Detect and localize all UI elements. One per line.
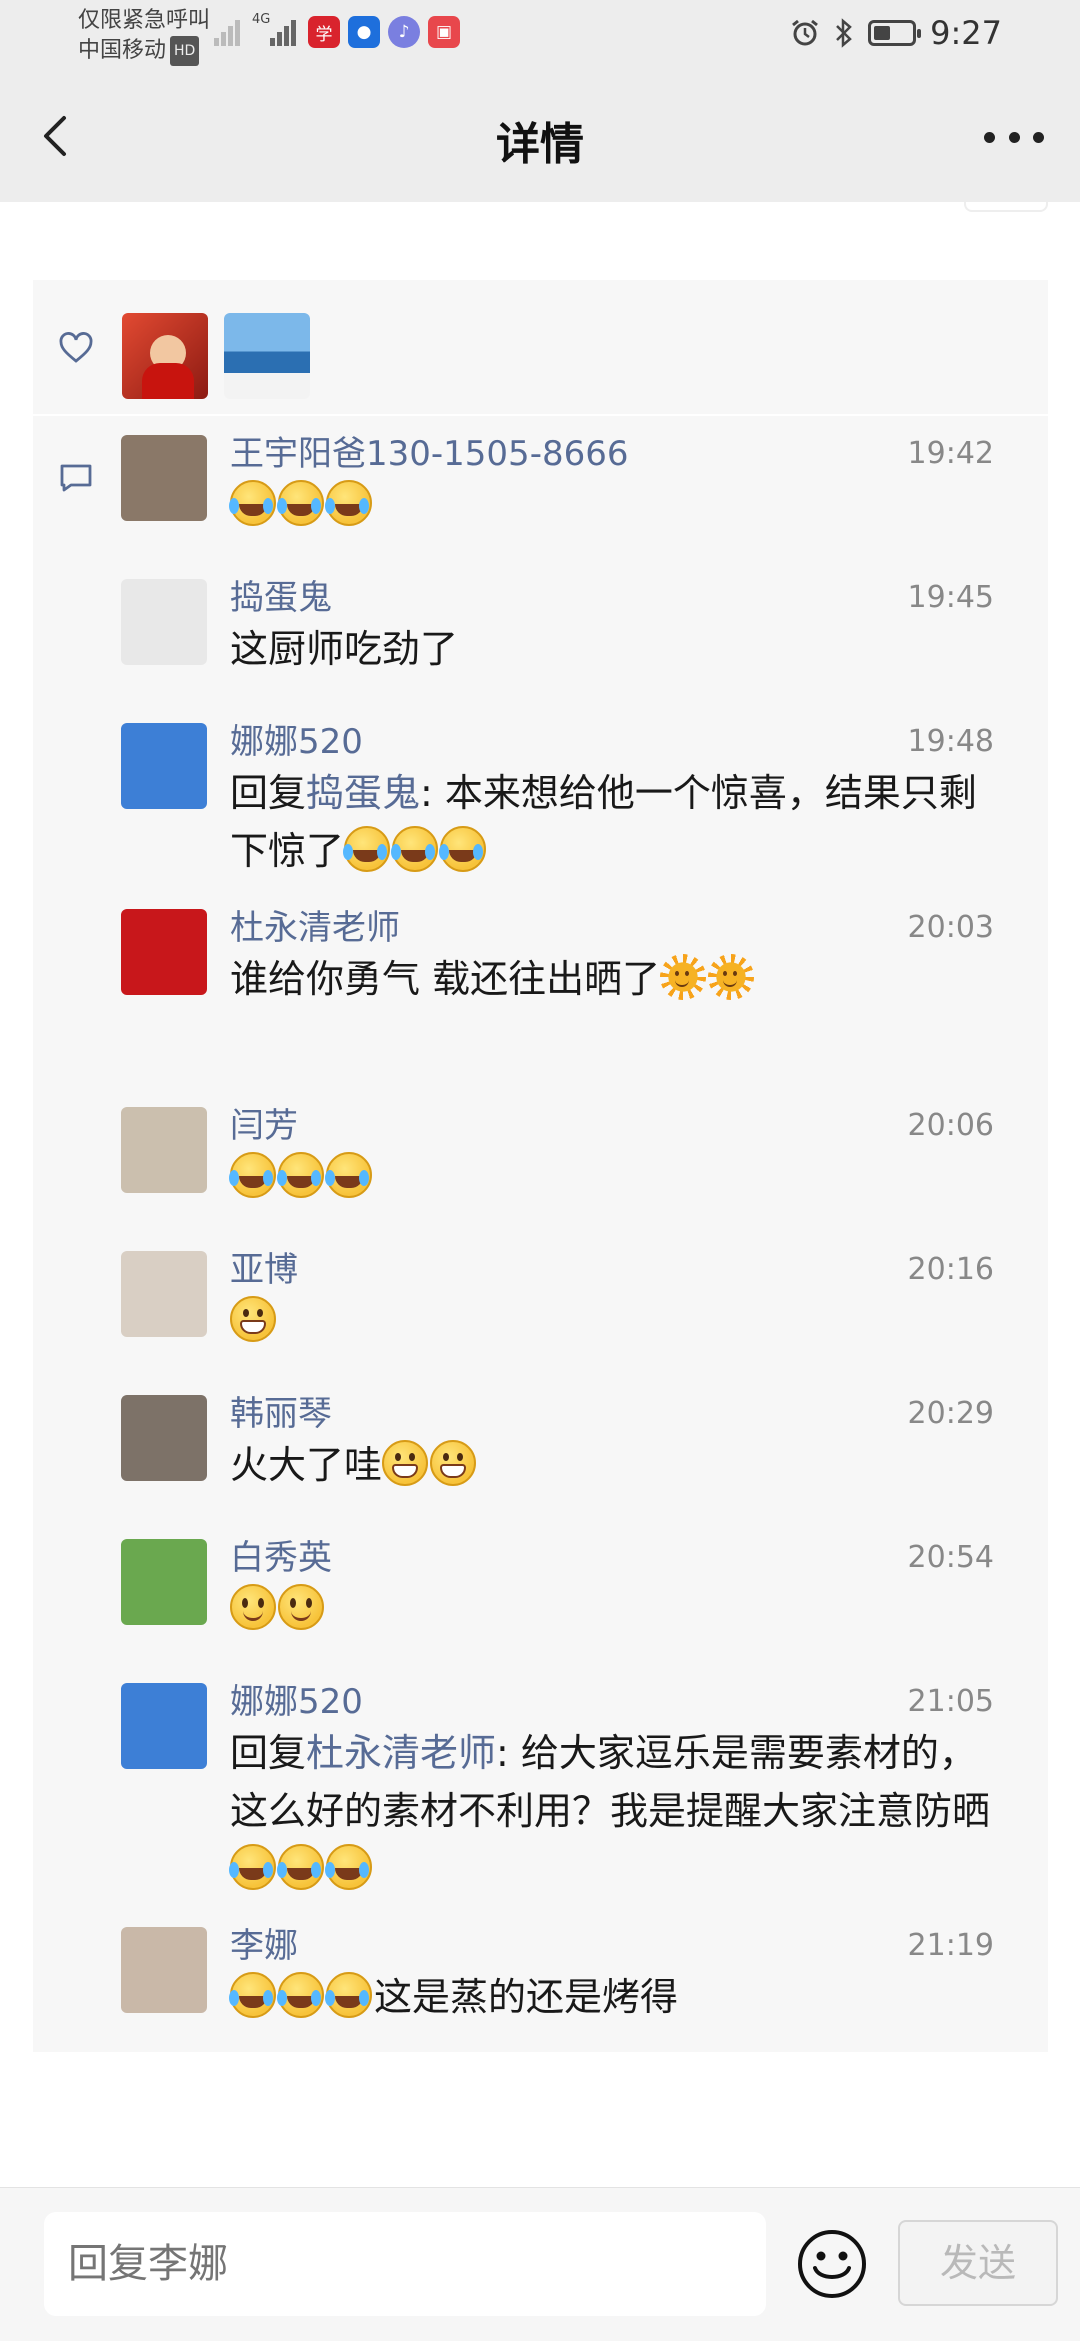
alarm-icon bbox=[792, 19, 819, 46]
comments-list: 王宇阳爸130-1505-8666 19:42 捣蛋鬼 19:45 这厨师吃劲了 娜娜52… bbox=[33, 416, 1048, 2052]
comment-body: 这是蒸的还是烤得 bbox=[374, 1975, 679, 2019]
laugh-emoji-icon bbox=[325, 1844, 372, 1890]
carrier-name: 中国移动 bbox=[78, 38, 167, 63]
comment-text: 这是蒸的还是烤得 bbox=[33, 1908, 1048, 2036]
hd-badge: HD bbox=[170, 36, 200, 66]
network-type: 4G bbox=[252, 12, 271, 27]
comment-item[interactable]: 闫芳 20:06 bbox=[33, 1088, 1048, 1232]
laugh-emoji-icon bbox=[325, 480, 372, 526]
emoji-group bbox=[230, 1584, 326, 1631]
emoji-picker-icon[interactable] bbox=[796, 2228, 868, 2300]
comment-body: 这厨师吃劲了 bbox=[230, 627, 459, 671]
emoji-group bbox=[382, 1440, 478, 1487]
comment-body: 火大了哇 bbox=[230, 1443, 383, 1487]
comment-text bbox=[33, 1088, 1048, 1216]
page-title: 详情 bbox=[496, 119, 584, 170]
book-app-icon: ▣ bbox=[428, 16, 460, 48]
nav-header: 详情 bbox=[0, 68, 1080, 202]
emoji-group bbox=[229, 1972, 374, 2019]
reply-prefix: 回复 bbox=[230, 1731, 307, 1775]
comment-text: 这厨师吃劲了 bbox=[33, 560, 1048, 688]
grin-emoji-icon bbox=[382, 1440, 429, 1486]
signal-x-icon bbox=[214, 18, 244, 46]
comment-item[interactable]: 娜娜520 19:48 回复捣蛋鬼: 本来想给他一个惊喜，结果只剩下惊了 bbox=[33, 704, 1048, 890]
interaction-panel: 王宇阳爸130-1505-8666 19:42 捣蛋鬼 19:45 这厨师吃劲了 娜娜52… bbox=[33, 280, 1048, 2052]
carrier-info: 仅限紧急呼叫 中国移动 HD bbox=[78, 6, 210, 66]
laugh-emoji-icon bbox=[439, 826, 487, 872]
liker-avatar[interactable] bbox=[122, 313, 208, 399]
comment-item[interactable]: 亚博 20:16 bbox=[33, 1232, 1048, 1376]
music-app-icon: ♪ bbox=[388, 16, 420, 48]
laugh-emoji-icon bbox=[229, 1972, 276, 2018]
grin-emoji-icon bbox=[430, 1440, 477, 1486]
laugh-emoji-icon bbox=[229, 1844, 276, 1890]
reply-to-name[interactable]: 捣蛋鬼 bbox=[306, 771, 420, 815]
comment-text bbox=[33, 1232, 1048, 1360]
liker-avatar[interactable] bbox=[224, 313, 310, 399]
laugh-emoji-icon bbox=[277, 1844, 324, 1890]
comment-body: 谁给你勇气 载还往出晒了 bbox=[230, 957, 661, 1001]
smile-emoji-icon bbox=[278, 1584, 324, 1630]
moment-detail: 王宇阳爸130-1505-8666 19:42 捣蛋鬼 19:45 这厨师吃劲了 娜娜52… bbox=[0, 202, 1080, 2187]
grin-emoji-icon bbox=[230, 1296, 276, 1342]
reply-composer: 发送 bbox=[0, 2187, 1080, 2341]
comment-item[interactable]: 白秀英 20:54 bbox=[33, 1520, 1048, 1664]
comment-text bbox=[33, 1520, 1048, 1648]
comment-item[interactable]: 娜娜520 21:05 回复杜永清老师: 给大家逗乐是需要素材的，这么好的素材不利用… bbox=[33, 1664, 1048, 1908]
sun-emoji-icon bbox=[708, 954, 755, 1000]
previous-content-fragment-right bbox=[964, 202, 1048, 212]
comment-item[interactable]: 捣蛋鬼 19:45 这厨师吃劲了 bbox=[33, 560, 1048, 704]
comment-item[interactable]: 李娜 21:19 这是蒸的还是烤得 bbox=[33, 1908, 1048, 2052]
laugh-emoji-icon bbox=[229, 480, 276, 526]
emoji-group bbox=[229, 480, 374, 527]
comment-text: 谁给你勇气 载还往出晒了 bbox=[33, 890, 1048, 1018]
status-icons: 4G 学 ● ♪ ▣ bbox=[214, 12, 460, 48]
reply-input[interactable] bbox=[44, 2212, 766, 2316]
battery-icon bbox=[868, 20, 922, 46]
comment-text bbox=[33, 416, 1048, 544]
likes-row bbox=[33, 280, 1048, 416]
comment-item[interactable]: 杜永清老师 20:03 谁给你勇气 载还往出晒了 bbox=[33, 890, 1048, 1088]
emoji-group bbox=[229, 1844, 374, 1891]
emoji-group bbox=[343, 826, 488, 873]
comment-text: 回复杜永清老师: 给大家逗乐是需要素材的，这么好的素材不利用？我是提醒大家注意防… bbox=[33, 1664, 1048, 1908]
emergency-only-text: 仅限紧急呼叫 bbox=[78, 8, 211, 33]
reply-prefix: 回复 bbox=[230, 771, 307, 815]
comment-item[interactable]: 韩丽琴 20:29 火大了哇 bbox=[33, 1376, 1048, 1520]
laugh-emoji-icon bbox=[391, 826, 439, 872]
bluetooth-icon bbox=[836, 18, 852, 48]
emoji-group bbox=[230, 1296, 278, 1343]
laugh-emoji-icon bbox=[277, 1972, 324, 2018]
signal-4g-icon: 4G bbox=[252, 12, 300, 46]
comment-text: 回复捣蛋鬼: 本来想给他一个惊喜，结果只剩下惊了 bbox=[33, 704, 1048, 890]
laugh-emoji-icon bbox=[343, 826, 391, 872]
smile-emoji-icon bbox=[230, 1584, 276, 1630]
laugh-emoji-icon bbox=[325, 1972, 372, 2018]
emoji-group bbox=[660, 954, 756, 1001]
laugh-emoji-icon bbox=[277, 1152, 324, 1198]
heart-icon bbox=[59, 332, 93, 363]
laugh-emoji-icon bbox=[277, 480, 324, 526]
emoji-group bbox=[229, 1152, 374, 1199]
laugh-emoji-icon bbox=[229, 1152, 276, 1198]
previous-content-fragment bbox=[220, 202, 380, 210]
more-options-icon[interactable] bbox=[984, 126, 1044, 148]
send-button[interactable]: 发送 bbox=[898, 2220, 1058, 2306]
bulb-app-icon: ● bbox=[348, 16, 380, 48]
comment-item[interactable]: 王宇阳爸130-1505-8666 19:42 bbox=[33, 416, 1048, 560]
status-bar: 仅限紧急呼叫 中国移动 HD 4G 学 ● ♪ ▣ 9:27 bbox=[0, 0, 1080, 68]
laugh-emoji-icon bbox=[325, 1152, 372, 1198]
reply-to-name[interactable]: 杜永清老师 bbox=[306, 1731, 496, 1775]
clock: 9:27 bbox=[930, 14, 1002, 52]
comment-text: 火大了哇 bbox=[33, 1376, 1048, 1504]
status-right: 9:27 bbox=[790, 14, 1002, 52]
news-app-icon: 学 bbox=[308, 16, 340, 48]
sun-emoji-icon bbox=[660, 954, 707, 1000]
